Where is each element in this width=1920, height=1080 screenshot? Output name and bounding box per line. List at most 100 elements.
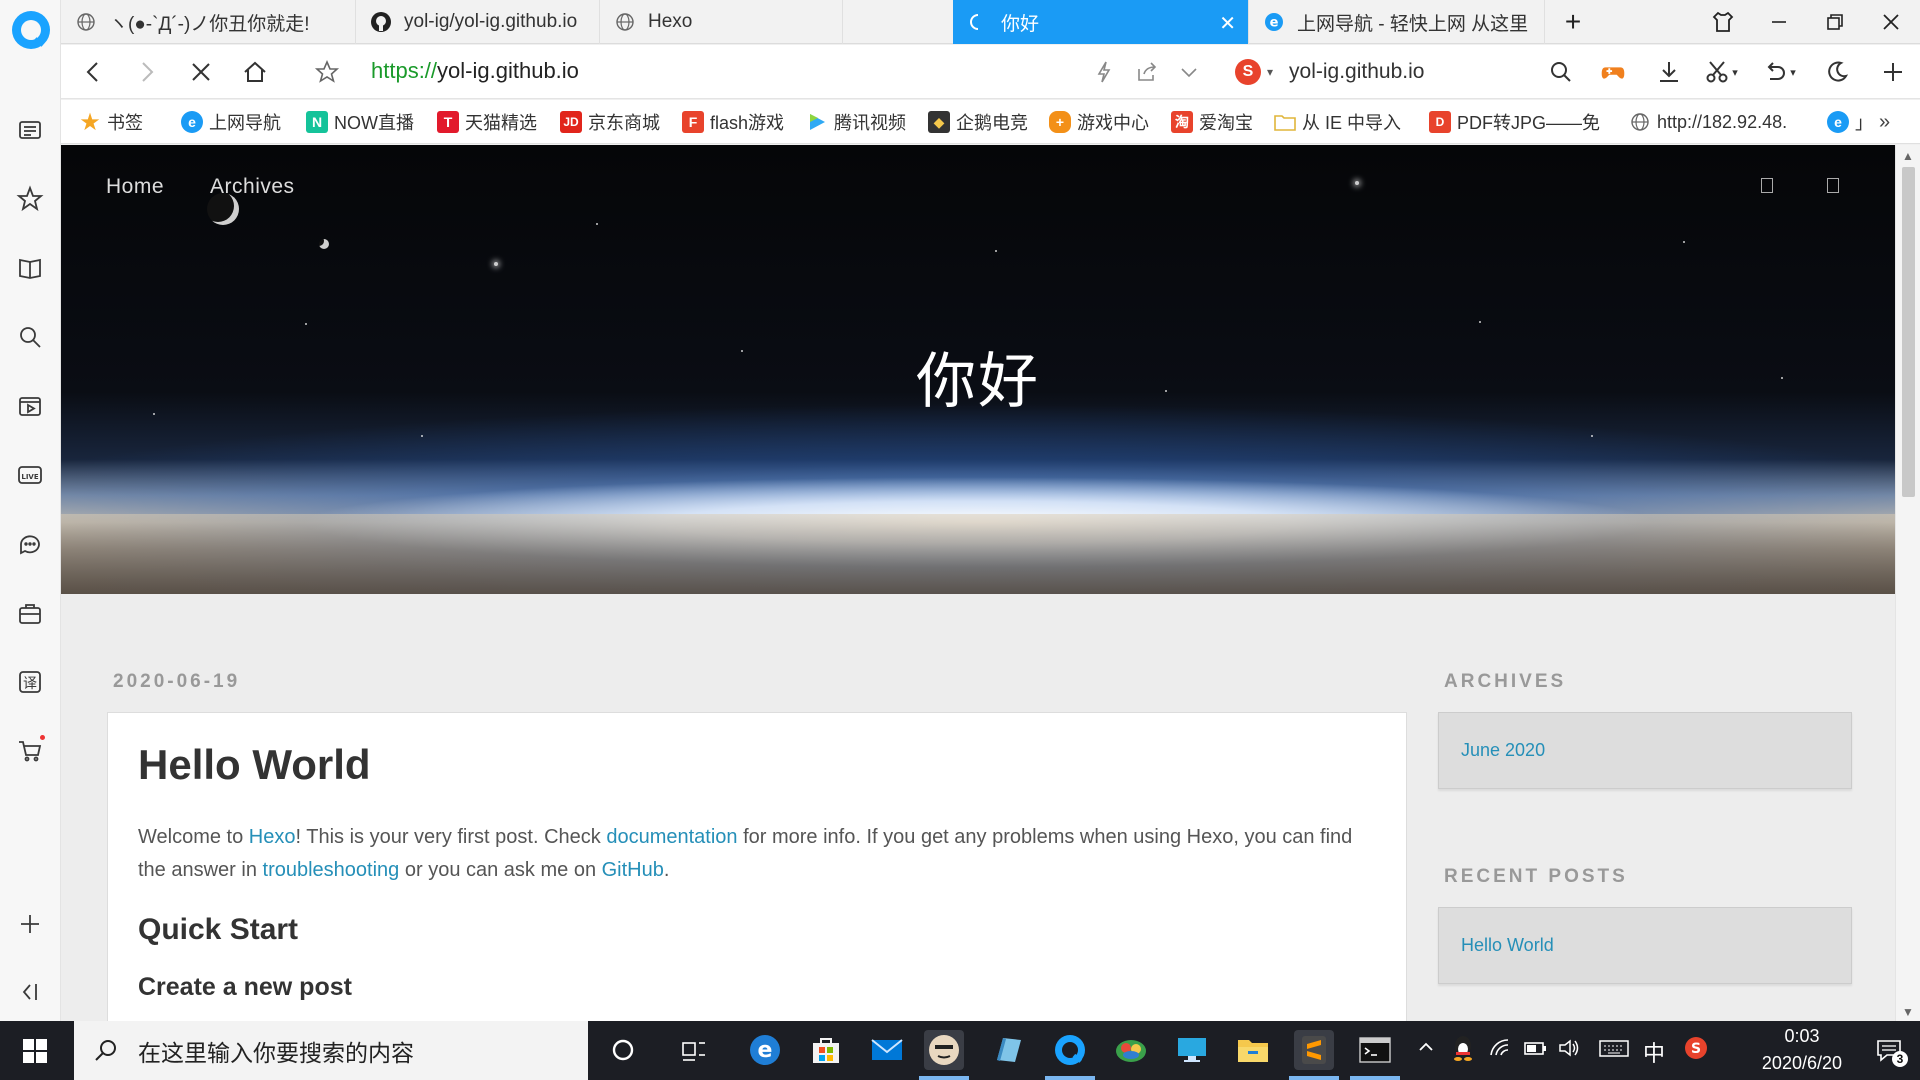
undo-icon[interactable]: ▾ <box>1761 54 1797 90</box>
share-icon[interactable] <box>1129 54 1165 90</box>
post-title[interactable]: Hello World <box>138 741 1376 789</box>
rss-icon[interactable] <box>1761 178 1773 193</box>
taskbar-search-box[interactable]: 在这里输入你要搜索的内容 <box>74 1021 588 1080</box>
live-icon[interactable]: LIVE <box>14 459 46 491</box>
microsoft-store-icon[interactable] <box>806 1030 846 1070</box>
user-avatar-app-icon[interactable] <box>924 1030 964 1070</box>
minimize-icon[interactable] <box>1751 0 1807 44</box>
qq-browser-taskbar-icon[interactable] <box>1050 1030 1090 1070</box>
bookmark-more[interactable]: e 」 <box>1827 110 1873 134</box>
scissors-icon[interactable]: ▾ <box>1703 54 1739 90</box>
volume-icon[interactable] <box>1557 1037 1581 1065</box>
search-query[interactable]: yol-ig.github.io <box>1289 60 1424 84</box>
bookmark-tencent-video[interactable]: 腾讯视频 <box>806 110 906 134</box>
search-engine-box[interactable]: S ▾ yol-ig.github.io <box>1235 54 1424 90</box>
reading-book-icon[interactable] <box>14 252 46 284</box>
tab-1[interactable]: ヽ(●-`Д´-)ノ你丑你就走! <box>61 0 356 44</box>
sublime-text-icon[interactable] <box>1294 1030 1334 1070</box>
download-icon[interactable] <box>1651 54 1687 90</box>
remote-desktop-icon[interactable] <box>1172 1030 1212 1070</box>
edge-browser-icon[interactable]: e <box>745 1030 785 1070</box>
site-title[interactable]: 你好 <box>61 333 1895 420</box>
bookmark-flash[interactable]: F flash游戏 <box>682 110 784 134</box>
restore-icon[interactable] <box>1807 0 1863 44</box>
bookmark-import-ie[interactable]: 从 IE 中导入 <box>1274 110 1401 134</box>
add-panel-icon[interactable] <box>14 908 46 940</box>
command-prompt-icon[interactable] <box>1355 1030 1395 1070</box>
file-explorer-icon[interactable] <box>1233 1030 1273 1070</box>
wifi-icon[interactable] <box>1488 1037 1512 1065</box>
scroll-up-icon[interactable]: ▲ <box>1902 149 1914 163</box>
nav-home-link[interactable]: Home <box>106 175 164 199</box>
hexo-link[interactable]: Hexo <box>249 826 296 848</box>
bookmark-taobao[interactable]: 淘 爱淘宝 <box>1171 110 1253 134</box>
bookmark-penguin-esports[interactable]: ◆ 企鹅电竞 <box>928 110 1028 134</box>
url-field[interactable]: https://yol-ig.github.io <box>371 58 579 84</box>
system-clock[interactable]: 0:03 2020/6/20 <box>1762 1023 1842 1077</box>
chevron-down-icon[interactable] <box>1171 54 1207 90</box>
tab-3[interactable]: Hexo <box>600 0 843 44</box>
night-mode-moon-icon[interactable] <box>1819 54 1855 90</box>
back-button[interactable] <box>75 54 111 90</box>
page-scrollbar[interactable]: ▲ ▼ <box>1895 145 1920 1021</box>
game-controller-icon[interactable] <box>1595 54 1631 90</box>
show-hidden-icons-chevron-icon[interactable] <box>1416 1037 1436 1063</box>
scroll-thumb[interactable] <box>1902 167 1915 497</box>
tab-2[interactable]: yol-ig/yol-ig.github.io <box>356 0 600 44</box>
qq-tray-icon[interactable] <box>1450 1034 1476 1068</box>
ime-indicator[interactable]: 中 <box>1643 1036 1665 1068</box>
new-tab-button[interactable]: + <box>1545 0 1601 44</box>
bookmark-star-icon[interactable] <box>309 54 345 90</box>
documentation-link[interactable]: documentation <box>606 826 737 848</box>
sogou-logo-icon[interactable]: S <box>1235 59 1261 85</box>
home-button[interactable] <box>237 54 273 90</box>
bookmarks-overflow-chevron-icon[interactable]: » <box>1879 110 1890 134</box>
task-view-icon[interactable] <box>674 1030 714 1070</box>
cortana-icon[interactable] <box>603 1030 643 1070</box>
search-icon[interactable] <box>14 321 46 353</box>
recent-post-hello-world-link[interactable]: Hello World <box>1461 935 1554 955</box>
translate-icon[interactable]: 译 <box>14 666 46 698</box>
action-center-icon[interactable]: 3 <box>1872 1033 1908 1069</box>
bookmark-jd[interactable]: JD 京东商城 <box>560 110 660 134</box>
shopping-cart-icon[interactable] <box>14 735 46 767</box>
bookmark-tmall[interactable]: T 天猫精选 <box>437 110 537 134</box>
add-icon[interactable] <box>1875 54 1911 90</box>
ie-icon: e <box>1827 111 1849 133</box>
github-link[interactable]: GitHub <box>602 859 664 881</box>
tab-4-active[interactable]: 你好 ✕ <box>953 0 1249 44</box>
bookmark-game-center[interactable]: + 游戏中心 <box>1049 110 1149 134</box>
close-tab-icon[interactable]: ✕ <box>1219 11 1236 36</box>
scroll-down-icon[interactable]: ▼ <box>1902 1005 1914 1019</box>
keyboard-icon[interactable] <box>1598 1037 1630 1065</box>
stop-loading-button[interactable] <box>183 54 219 90</box>
mail-icon[interactable] <box>867 1030 907 1070</box>
bookmark-now[interactable]: N NOW直播 <box>306 110 414 134</box>
engine-dropdown-icon[interactable]: ▾ <box>1267 65 1273 79</box>
battery-icon[interactable] <box>1522 1037 1548 1065</box>
forward-button[interactable] <box>129 54 165 90</box>
bookmark-shangwang[interactable]: e 上网导航 <box>181 110 281 134</box>
post-date[interactable]: 2020-06-19 <box>113 671 240 693</box>
start-button[interactable] <box>0 1021 70 1080</box>
archive-june-2020-link[interactable]: June 2020 <box>1461 740 1545 760</box>
tab-5[interactable]: e 上网导航 - 轻快上网 从这里 <box>1249 0 1545 44</box>
lightning-icon[interactable] <box>1086 54 1122 90</box>
search-icon[interactable] <box>1827 178 1839 193</box>
troubleshooting-link[interactable]: troubleshooting <box>263 859 400 881</box>
qq-browser-logo-icon[interactable] <box>12 11 50 49</box>
skin-shirt-icon[interactable] <box>1695 0 1751 44</box>
notepad-app-icon[interactable] <box>989 1030 1029 1070</box>
sogou-ime-icon[interactable]: S <box>1683 1035 1709 1067</box>
briefcase-icon[interactable] <box>14 597 46 629</box>
nav-archives-link[interactable]: Archives <box>210 175 295 199</box>
search-icon[interactable] <box>1543 54 1579 90</box>
news-icon[interactable] <box>14 114 46 146</box>
chat-bubble-icon[interactable] <box>14 528 46 560</box>
collapse-rail-icon[interactable] <box>14 976 46 1008</box>
picture-viewer-icon[interactable] <box>1111 1030 1151 1070</box>
close-window-icon[interactable] <box>1863 0 1919 44</box>
video-icon[interactable] <box>14 390 46 422</box>
favorites-star-icon[interactable] <box>14 183 46 215</box>
bookmark-shuqian[interactable]: ★ 书签 <box>79 109 143 136</box>
